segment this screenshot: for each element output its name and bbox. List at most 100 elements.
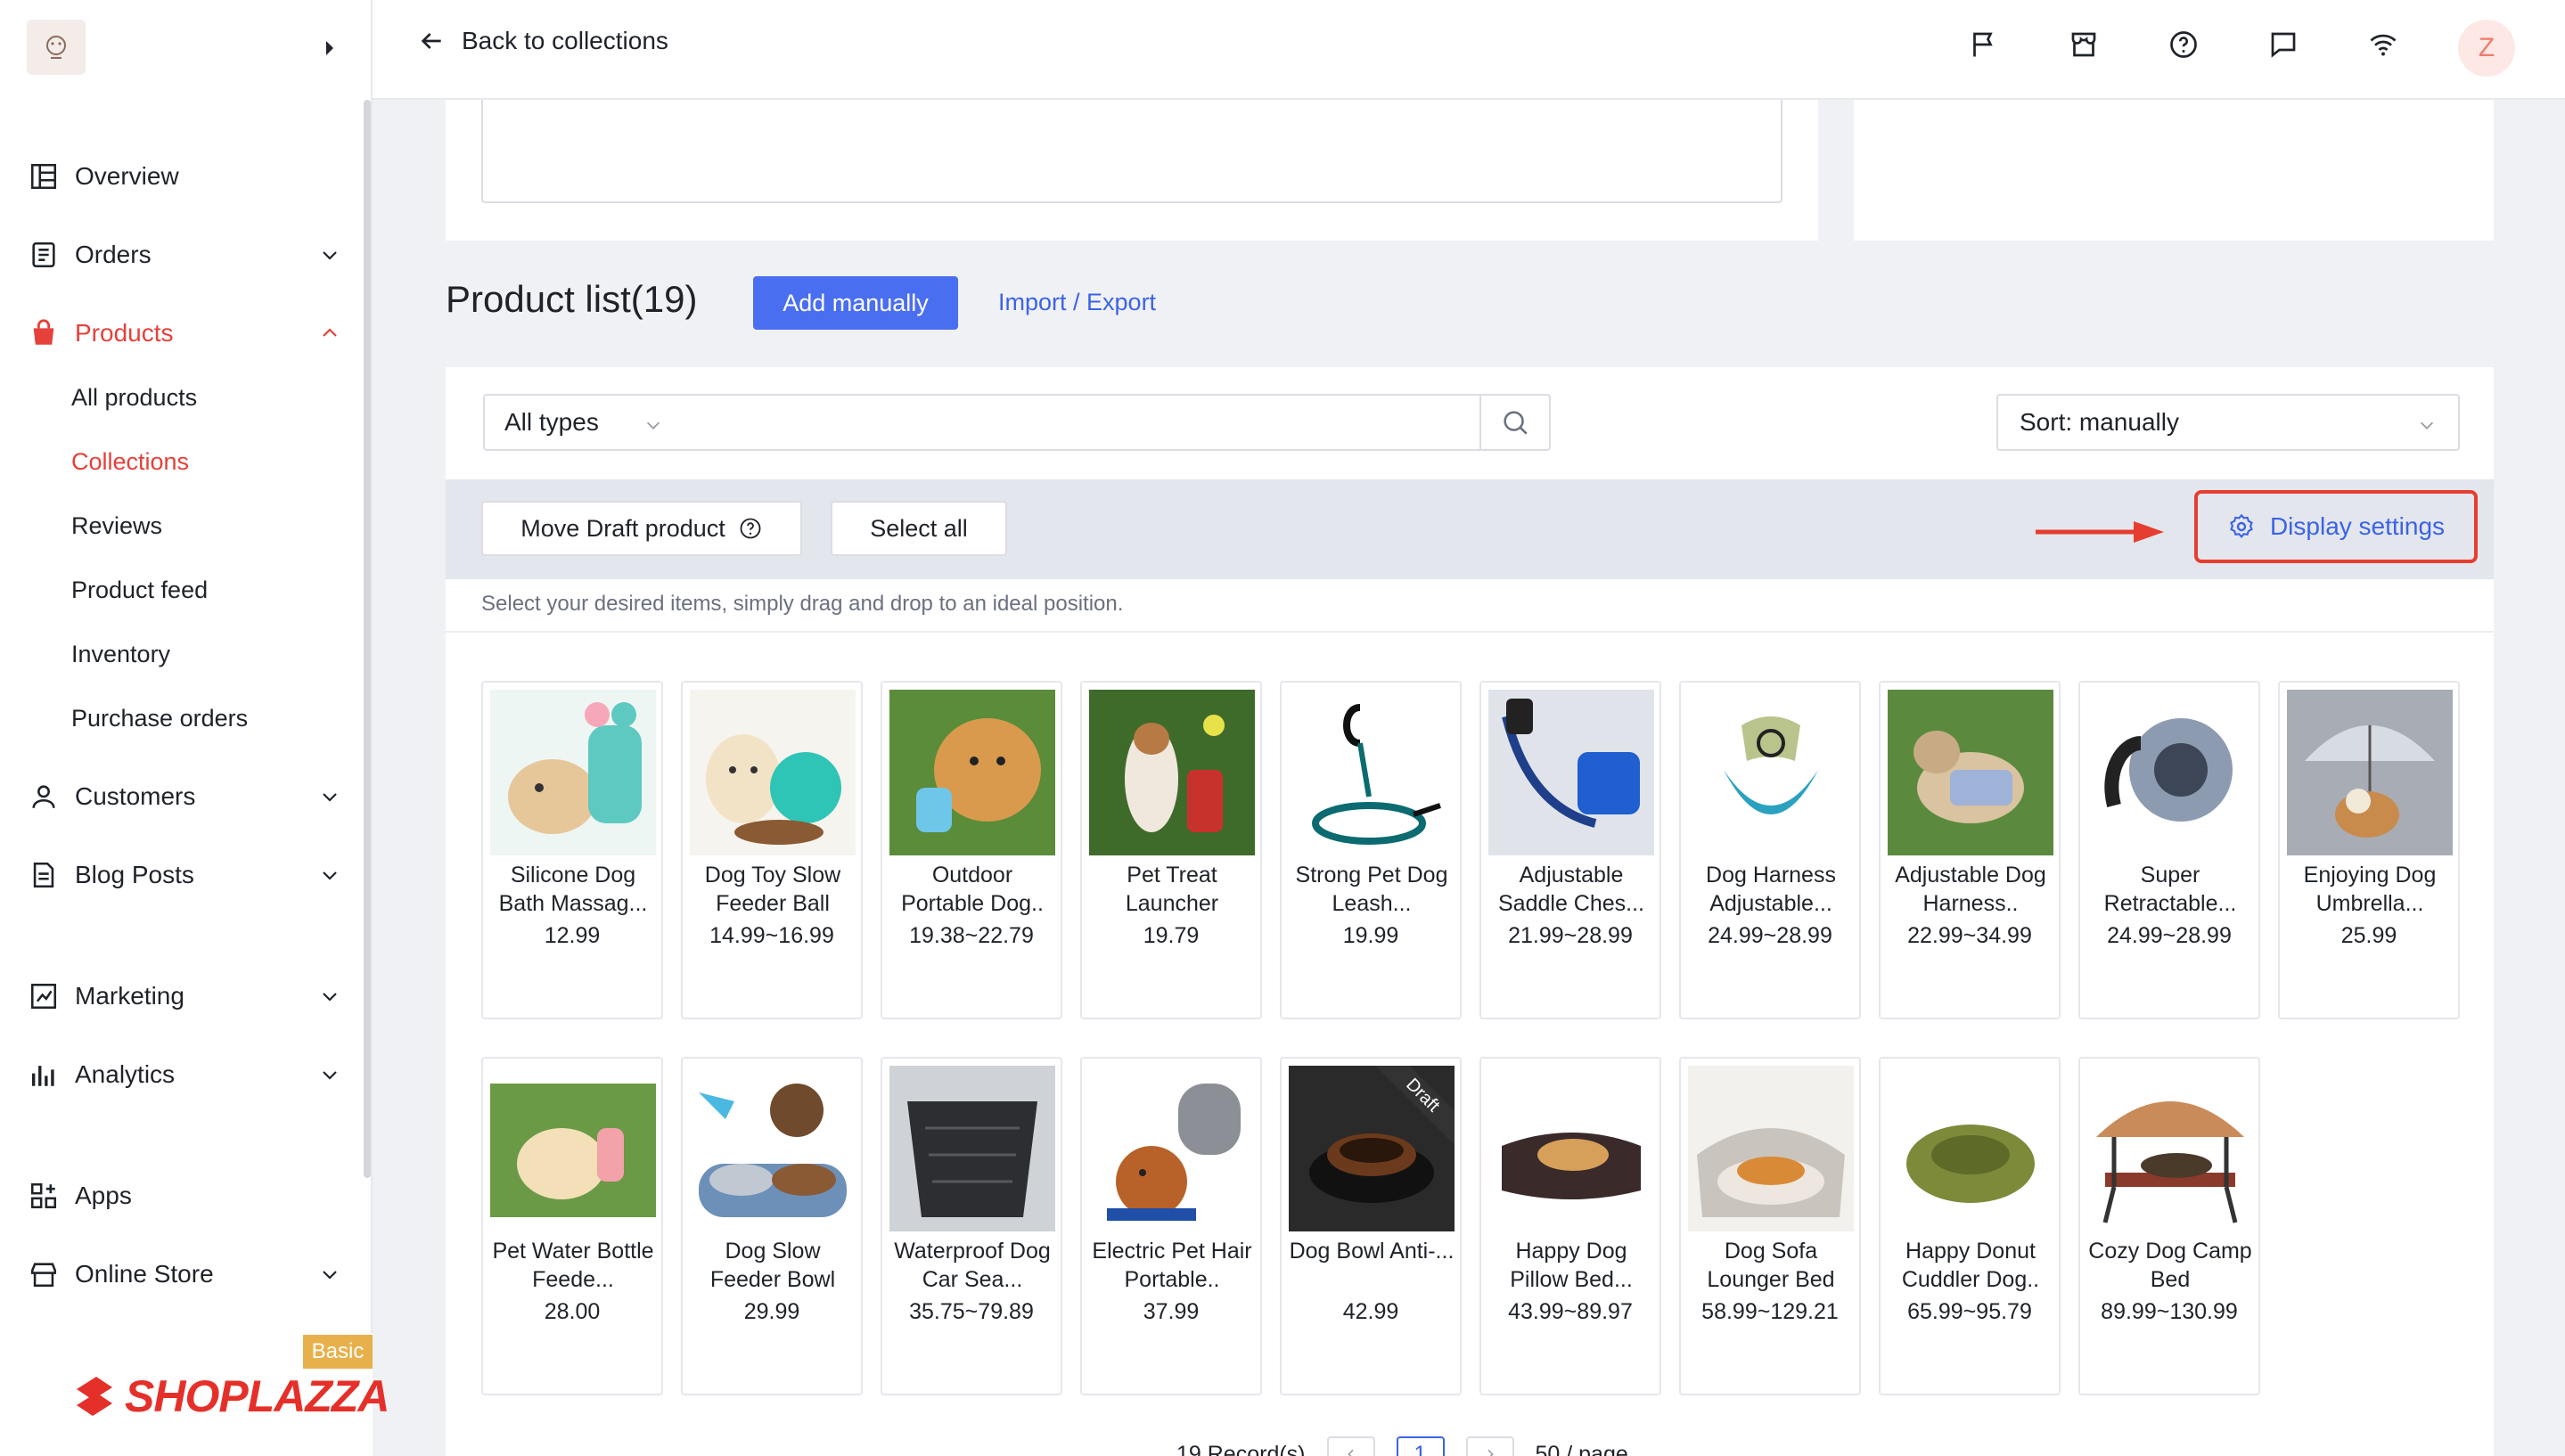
sidebar-item-label: Orders [75,241,152,268]
sidebar-sub-inventory[interactable]: Inventory [71,634,170,674]
sidebar-sub-purchase-orders[interactable]: Purchase orders [71,699,248,738]
apps-icon [27,1179,61,1213]
move-draft-button[interactable]: Move Draft product [481,501,802,556]
sort-select[interactable]: Sort: manually [1996,394,2460,451]
sidebar-item-customers[interactable]: Customers [27,773,348,820]
product-name: Cozy Dog Camp Bed [2088,1239,2252,1292]
product-price: 42.99 [1342,1299,1399,1324]
pagination: 19 Record(s) 1 50 / page [1176,1436,1628,1456]
product-card[interactable]: Dog Sofa Lounger Bed 58.99~129.21 [1679,1057,1861,1395]
product-name: Happy Donut Cuddler Dog.. [1901,1239,2040,1292]
chevron-right-icon [1487,1449,1494,1456]
orders-icon [27,238,61,272]
product-name: Dog Sofa Lounger Bed [1707,1239,1835,1292]
product-card[interactable]: Enjoying Dog Umbrella... 25.99 [2278,681,2460,1019]
sidebar-item-label: Marketing [75,982,184,1010]
product-card[interactable]: Electric Pet Hair Portable.. 37.99 [1080,1057,1262,1395]
product-name: Pet Water Bottle Feede... [492,1239,654,1292]
sidebar-sub-collections[interactable]: Collections [71,442,189,481]
product-image [2287,690,2453,855]
product-price: 29.99 [743,1299,800,1324]
product-price: 25.99 [2340,923,2397,948]
add-manually-button[interactable]: Add manually [753,276,958,330]
sidebar-sub-all-products[interactable]: All products [71,378,197,417]
product-name: Dog Slow Feeder Bowl [709,1239,836,1292]
product-image [2087,1066,2253,1231]
chevron-up-icon [323,328,337,337]
select-all-button[interactable]: Select all [831,501,1007,556]
display-settings-label: Display settings [2269,512,2446,540]
prev-page-button[interactable] [1326,1436,1375,1456]
sidebar-item-orders[interactable]: Orders [27,232,348,278]
sidebar-item-blog-posts[interactable]: Blog Posts [27,852,348,898]
product-image [1289,690,1455,855]
divider [446,631,2494,633]
sidebar-item-analytics[interactable]: Analytics [27,1051,348,1098]
sidebar-item-label: Customers [75,782,196,810]
product-image [1089,690,1255,855]
product-image [1089,1066,1255,1231]
header-actions [1968,29,2399,61]
chevron-down-icon [323,1271,337,1280]
display-settings-button[interactable]: Display settings [2194,490,2478,563]
import-export-link[interactable]: Import / Export [998,289,1156,316]
flag-icon[interactable] [1968,29,2000,61]
help-icon [740,518,761,539]
gear-icon [2230,513,2253,538]
sidebar-sub-product-feed[interactable]: Product feed [71,570,208,609]
store-icon [27,1257,61,1291]
product-card[interactable]: Dog Slow Feeder Bowl 29.99 [681,1057,863,1395]
store-logo[interactable] [27,20,86,75]
sidebar-item-label: Online Store [75,1260,214,1288]
message-icon[interactable] [2267,29,2299,61]
back-to-collections-link[interactable]: Back to collections [417,27,668,55]
help-icon[interactable] [2168,29,2200,61]
expand-sidebar-icon[interactable] [321,36,339,61]
sidebar-item-overview[interactable]: Overview [27,153,348,200]
search-button[interactable] [1479,394,1551,451]
product-card[interactable]: Happy Donut Cuddler Dog.. 65.99~95.79 [1879,1057,2061,1395]
product-card[interactable]: Silicone Dog Bath Massag... 12.99 [481,681,663,1019]
brand-name: SHOPLAZZA [125,1371,390,1421]
customers-icon [27,780,61,814]
type-filter-select[interactable]: All types [483,394,683,451]
page-number[interactable]: 1 [1396,1436,1445,1456]
description-textarea[interactable] [481,100,1782,203]
product-card[interactable]: Draft Dog Bowl Anti-... 42.99 [1280,1057,1462,1395]
product-card[interactable]: Cozy Dog Camp Bed 89.99~130.99 [2078,1057,2260,1395]
product-name: Enjoying Dog Umbrella... [2303,863,2437,916]
sidebar-item-apps[interactable]: Apps [27,1173,348,1219]
product-card[interactable]: Super Retractable... 24.99~28.99 [2078,681,2260,1019]
product-card[interactable]: Pet Treat Launcher 19.79 [1080,681,1262,1019]
sidebar-sub-reviews[interactable]: Reviews [71,506,162,545]
page-size-select[interactable]: 50 / page [1536,1442,1628,1456]
product-card[interactable]: Dog Toy Slow Feeder Ball 14.99~16.99 [681,681,863,1019]
avatar[interactable]: Z [2458,20,2515,77]
sidebar-scrollbar[interactable] [364,100,371,1178]
product-card[interactable]: Waterproof Dog Car Sea... 35.75~79.89 [881,1057,1062,1395]
next-page-button[interactable] [1465,1436,1514,1456]
product-name: Adjustable Saddle Ches... [1498,863,1644,916]
product-card[interactable]: Happy Dog Pillow Bed... 43.99~89.97 [1479,1057,1661,1395]
sidebar-item-products[interactable]: Products [27,310,348,356]
product-card[interactable]: Adjustable Dog Harness.. 22.99~34.99 [1879,681,2061,1019]
product-name: Adjustable Dog Harness.. [1895,863,2046,916]
type-filter-value: All types [504,408,599,436]
sidebar-item-online-store[interactable]: Online Store [27,1251,348,1297]
shoplazza-logo-icon [77,1377,112,1416]
product-card[interactable]: Dog Harness Adjustable... 24.99~28.99 [1679,681,1861,1019]
product-card[interactable]: Strong Pet Dog Leash... 19.99 [1280,681,1462,1019]
product-card[interactable]: Adjustable Saddle Ches... 21.99~28.99 [1479,681,1661,1019]
product-card[interactable]: Pet Water Bottle Feede... 28.00 [481,1057,663,1395]
wifi-icon[interactable] [2367,29,2399,61]
search-input[interactable] [681,394,1481,451]
product-card[interactable]: Outdoor Portable Dog.. 19.38~22.79 [881,681,1062,1019]
sidebar-item-marketing[interactable]: Marketing [27,973,348,1019]
product-image [490,1066,656,1231]
storefront-icon[interactable] [2068,29,2100,61]
product-image [1688,690,1854,855]
overview-icon [27,160,61,193]
product-name: Silicone Dog Bath Massag... [498,863,648,916]
sidebar-item-label: Analytics [75,1060,176,1088]
product-price: 89.99~130.99 [2101,1299,2238,1324]
